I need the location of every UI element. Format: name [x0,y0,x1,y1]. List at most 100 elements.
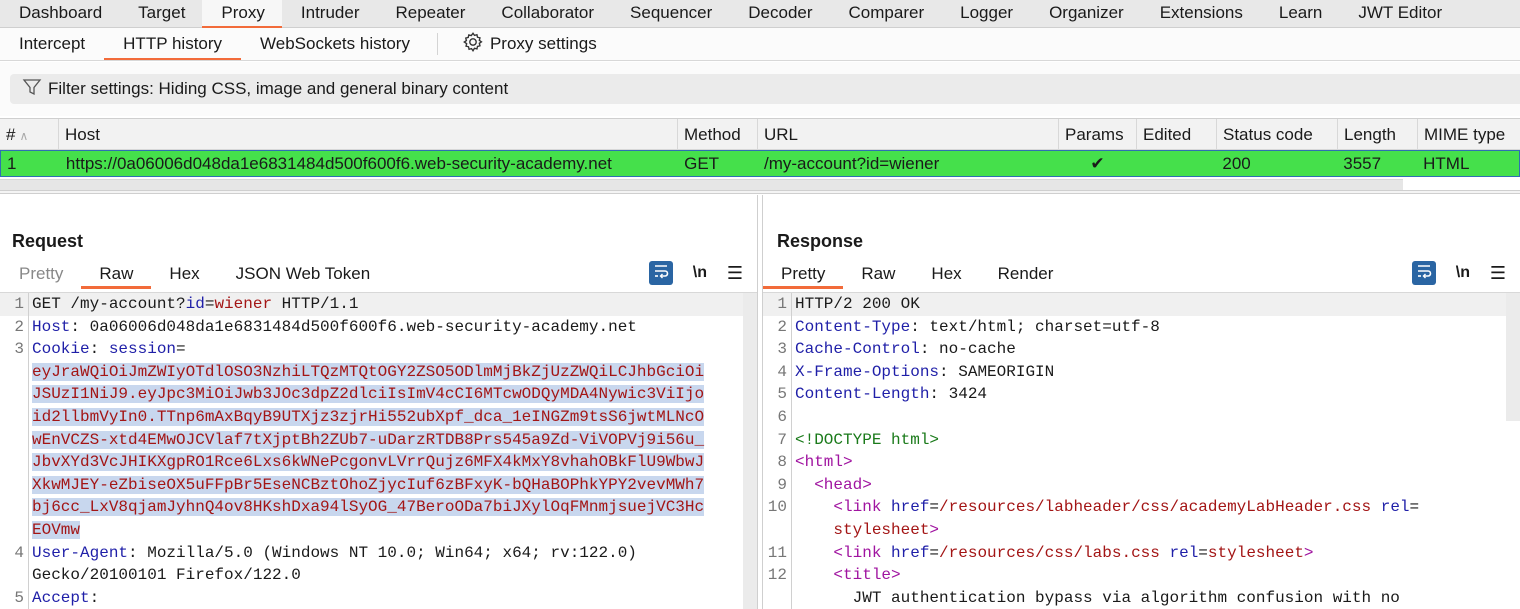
request-tab-pretty[interactable]: Pretty [1,259,81,289]
code-text: <head> [789,474,872,497]
code-token: > [929,520,940,539]
tab-extensions[interactable]: Extensions [1141,0,1260,28]
code-line: 4 User-Agent: Mozilla/5.0 (Windows NT 10.… [0,542,757,565]
code-line: id2llbmVyIn0.TTnp6mAxBqyB9UTXjz3zjrHi552… [0,406,757,429]
code-line: 5 Accept: [0,587,757,609]
request-editor[interactable]: 1 GET /my-account?id=wiener HTTP/1.1 2 Host… [0,292,757,609]
line-number: 4 [14,543,24,562]
tab-decoder[interactable]: Decoder [729,0,829,28]
table-row[interactable]: 1 https://0a06006d048da1e6831484d500f600… [0,150,1520,177]
tab-intruder[interactable]: Intruder [282,0,377,28]
code-text: <link href=/resources/labheader/css/acad… [789,496,1419,519]
response-tab-render[interactable]: Render [980,259,1072,289]
tab-repeater[interactable]: Repeater [376,0,482,28]
hamburger-menu-icon[interactable]: ☰ [1490,263,1506,284]
code-text: Cookie: session= [26,338,186,361]
code-token: <!DOCTYPE html> [795,430,940,449]
column-header-length[interactable]: Length [1338,119,1418,149]
code-line: 3 Cache-Control: no-cache [763,338,1520,361]
line-number [0,519,26,542]
code-token: X-Frame-Options [795,362,940,381]
pane-divider[interactable] [0,190,1520,194]
word-wrap-toggle[interactable] [1411,261,1436,285]
filter-settings-bar[interactable]: Filter settings: Hiding CSS, image and g… [10,74,1520,104]
tab-organizer[interactable]: Organizer [1030,0,1141,28]
horizontal-scrollbar[interactable] [0,179,1403,190]
code-line: 3 Cookie: session= [0,338,757,361]
response-editor[interactable]: 1 HTTP/2 200 OK 2 Content-Type: text/html; … [763,292,1520,609]
table-header: # ∧ Host Method URL Params Edited Status … [0,119,1520,150]
hamburger-menu-icon[interactable]: ☰ [727,263,743,284]
column-header-url[interactable]: URL [758,119,1059,149]
tab-logger[interactable]: Logger [941,0,1030,28]
code-token: GET /my-account? [32,295,186,313]
tab-comparer[interactable]: Comparer [830,0,942,28]
column-header-edited[interactable]: Edited [1137,119,1217,149]
show-newlines-toggle[interactable]: \n [1452,264,1474,282]
tab-jwt-editor[interactable]: JWT Editor [1339,0,1459,28]
tab-learn[interactable]: Learn [1260,0,1339,28]
code-token: = [1409,498,1420,517]
code-line: 5 Content-Length: 3424 [763,383,1520,406]
column-header-mime-type[interactable]: MIME type [1418,119,1520,149]
response-toolbar: \n ☰ [1411,261,1506,285]
request-tab-raw[interactable]: Raw [81,259,152,289]
response-vertical-scrollbar[interactable] [1506,293,1520,421]
line-number: 3 [14,340,24,359]
show-newlines-toggle[interactable]: \n [689,264,711,282]
code-token: HTTP/1.1 [272,295,359,313]
line-number: 12 [767,566,787,585]
tab-sequencer[interactable]: Sequencer [611,0,729,28]
column-header-method[interactable]: Method [678,119,758,149]
code-token: JSUzI1NiJ9.eyJpc3MiOiJwb3JOc3dpZ2dlciIsI… [32,385,705,404]
code-line: 6 [763,406,1520,429]
code-text: stylesheet> [789,519,939,542]
tab-collaborator[interactable]: Collaborator [482,0,611,28]
line-number [0,361,26,384]
subtab-intercept[interactable]: Intercept [0,28,104,61]
line-number: 4 [777,362,787,381]
code-token: : 3424 [929,385,988,404]
response-tab-raw[interactable]: Raw [843,259,913,289]
line-number [0,474,26,497]
code-text: <title> [789,564,900,587]
code-token: : 0a06006d048da1e6831484d500f600f6.web-s… [70,317,637,336]
column-header-host[interactable]: Host [59,119,678,149]
code-line: 10 <link href=/resources/labheader/css/a… [763,496,1520,519]
word-wrap-toggle[interactable] [648,261,673,285]
code-token: JbvXYd3VcJHIKXgpRO1Rce6Lxs6kWNePcgonvLVr… [32,453,705,472]
code-token: bj6cc_LxV8qjamJyhnQ4ov8HKshDxa94lSyOG_47… [32,498,705,517]
line-number: 2 [14,317,24,336]
column-header-params[interactable]: Params [1059,119,1137,149]
code-line: XkwMJEY-eZbiseOX5uFFpBr5EseNCBztOhoZjycI… [0,474,757,497]
code-token: : text/html; charset=utf-8 [910,317,1160,336]
code-text: XkwMJEY-eZbiseOX5uFFpBr5EseNCBztOhoZjycI… [26,474,705,497]
code-token: XkwMJEY-eZbiseOX5uFFpBr5EseNCBztOhoZjycI… [32,475,705,494]
tab-dashboard[interactable]: Dashboard [0,0,119,28]
code-token: /resources/labheader/css/academyLabHeade… [939,498,1372,517]
proxy-settings-button[interactable]: Proxy settings [444,31,607,58]
code-token: = [929,543,940,562]
tab-proxy[interactable]: Proxy [202,0,282,28]
code-token: id [185,295,205,313]
response-tab-pretty[interactable]: Pretty [763,259,844,289]
cell-method: GET [684,154,720,173]
response-tab-hex[interactable]: Hex [913,259,979,289]
column-header-number[interactable]: # ∧ [0,119,59,149]
line-number: 2 [777,317,787,336]
subtab-websockets-history[interactable]: WebSockets history [241,28,429,61]
request-tab-hex[interactable]: Hex [151,259,217,289]
subtab-http-history[interactable]: HTTP history [104,28,241,61]
request-vertical-scrollbar[interactable] [743,293,757,609]
request-tab-json-web-token[interactable]: JSON Web Token [218,259,389,289]
code-line: 7 <!DOCTYPE html> [763,429,1520,452]
code-line: bj6cc_LxV8qjamJyhnQ4ov8HKshDxa94lSyOG_47… [0,496,757,519]
tab-target[interactable]: Target [119,0,202,28]
code-text: JSUzI1NiJ9.eyJpc3MiOiJwb3JOc3dpZ2dlciIsI… [26,383,705,406]
column-header-status-code[interactable]: Status code [1217,119,1338,149]
code-line: 9 <head> [763,474,1520,497]
code-token: /resources/css/labs.css [939,543,1160,562]
